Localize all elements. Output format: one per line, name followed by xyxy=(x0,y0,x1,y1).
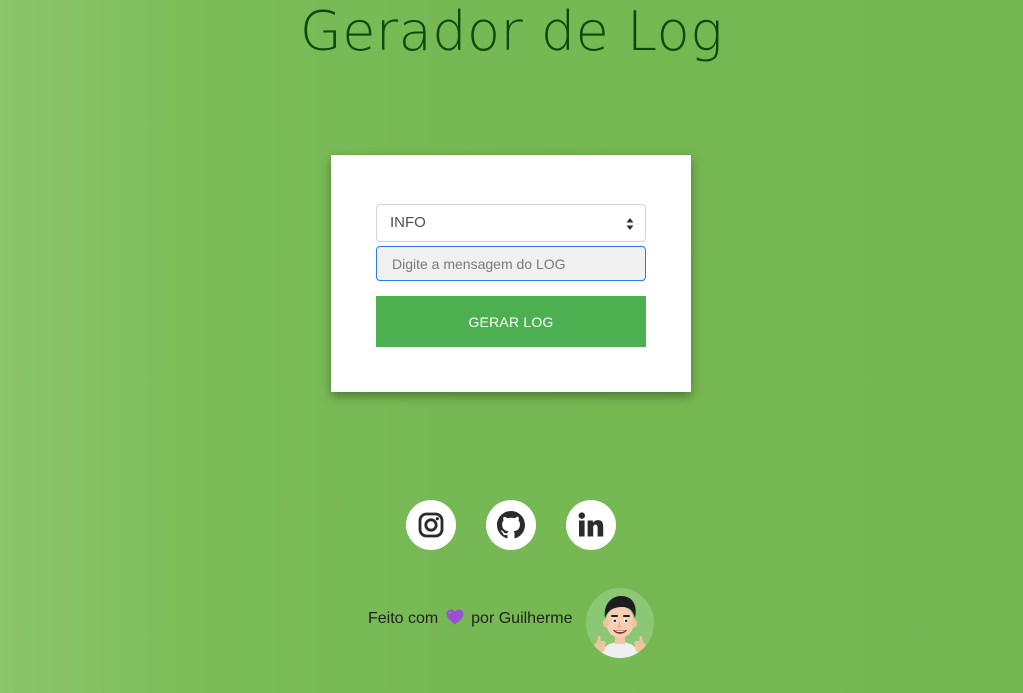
log-level-selected-value: INFO xyxy=(390,214,426,231)
purple-heart-icon xyxy=(446,609,464,625)
log-form-card: INFO GERAR LOG xyxy=(331,155,691,392)
footer-text-after: por Guilherme xyxy=(471,610,573,627)
select-arrows-icon xyxy=(626,218,634,230)
footer-text-before: Feito com xyxy=(368,610,439,627)
linkedin-icon xyxy=(578,512,604,537)
footer-credit: Feito com por Guilherme xyxy=(368,609,573,628)
memoji-avatar-icon xyxy=(594,596,646,658)
github-icon xyxy=(497,511,525,539)
generate-log-button[interactable]: GERAR LOG xyxy=(376,296,646,347)
avatar xyxy=(586,588,654,658)
github-link[interactable] xyxy=(486,500,536,550)
instagram-link[interactable] xyxy=(406,500,456,550)
linkedin-link[interactable] xyxy=(566,500,616,550)
log-message-input[interactable] xyxy=(376,246,646,281)
page-title: Gerador de Log xyxy=(299,0,724,63)
instagram-icon xyxy=(418,512,444,538)
log-level-select[interactable]: INFO xyxy=(376,204,646,242)
